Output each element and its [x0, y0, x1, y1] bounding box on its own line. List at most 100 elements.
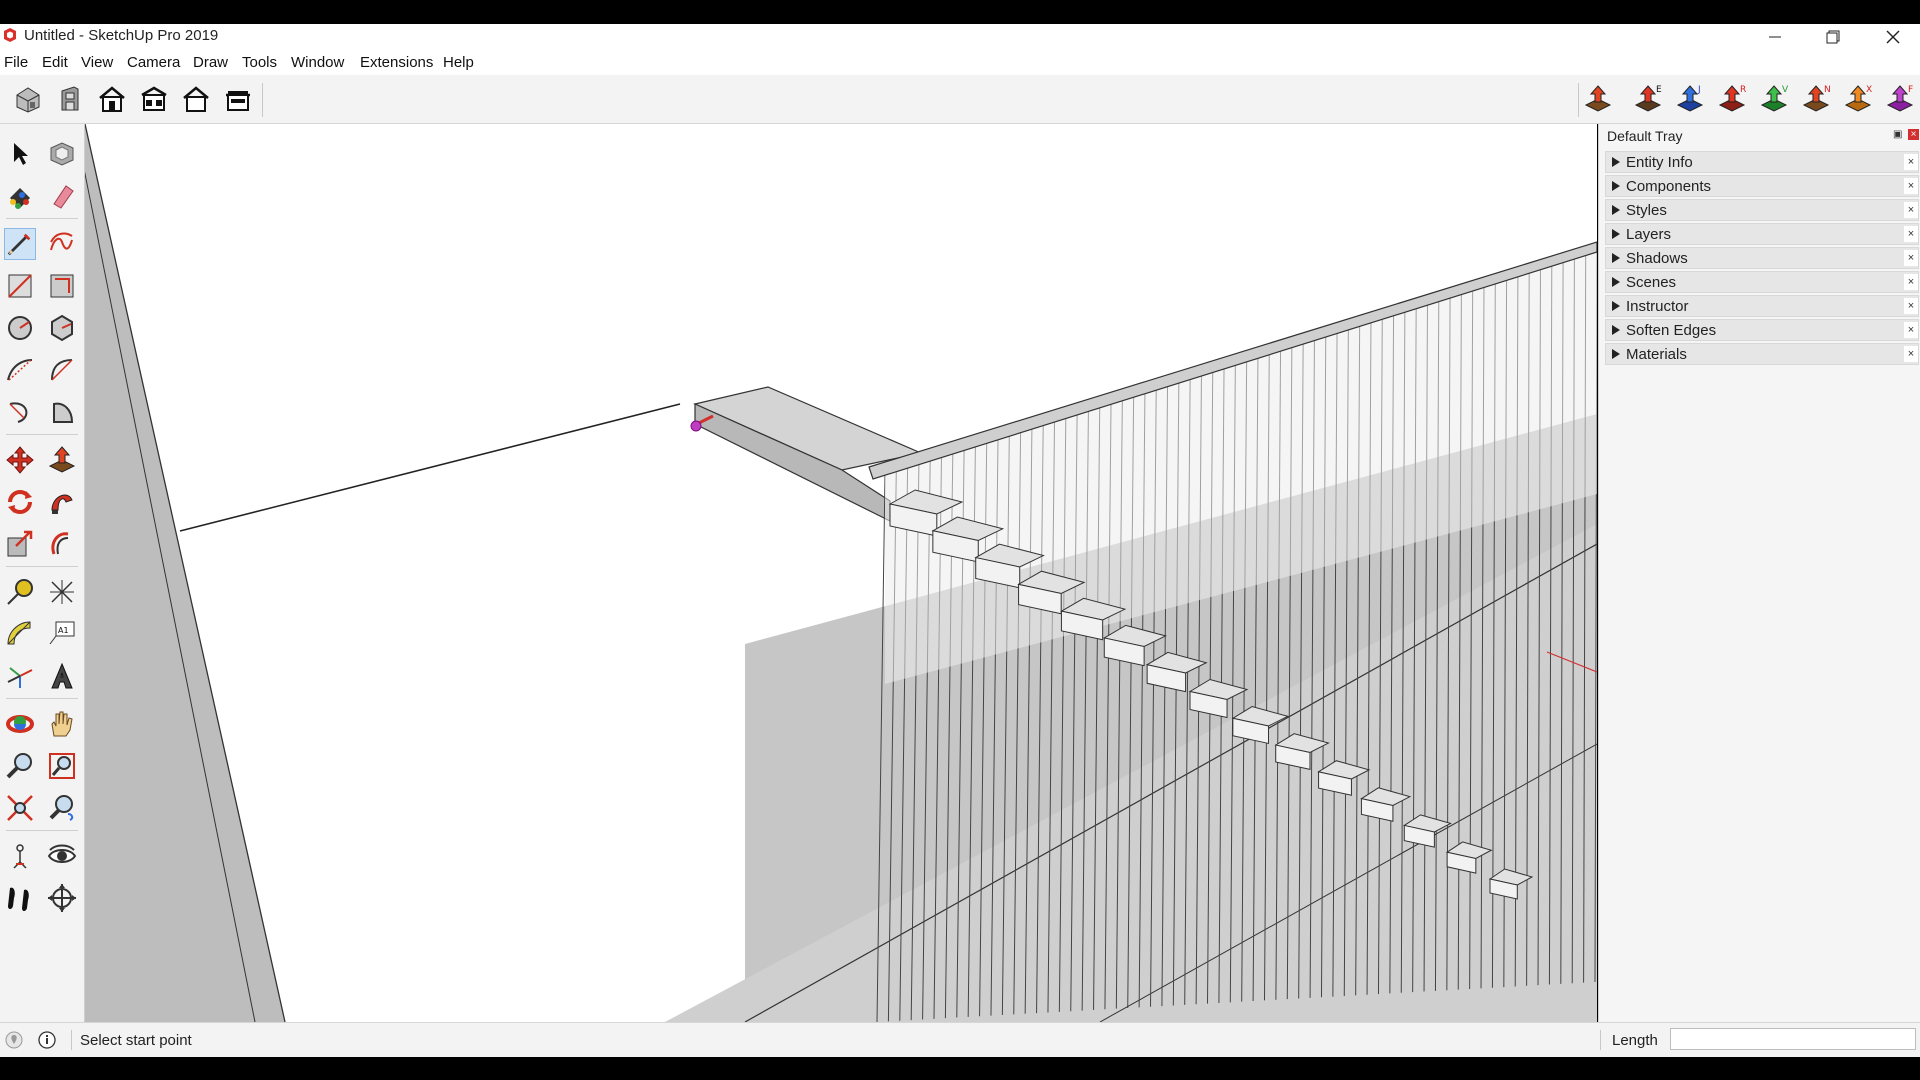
make-component-icon[interactable] — [46, 138, 78, 170]
polygon-icon[interactable] — [46, 312, 78, 344]
push-pull-e-icon[interactable]: E — [1632, 83, 1664, 115]
minimize-button[interactable] — [1752, 24, 1798, 49]
push-pull-n-icon[interactable]: N — [1800, 83, 1832, 115]
rectangle-icon[interactable] — [4, 270, 36, 302]
two-point-arc-icon[interactable] — [46, 354, 78, 386]
tray-pin-icon[interactable]: ▣ — [1893, 129, 1902, 140]
axes-icon[interactable] — [4, 660, 36, 692]
tray-panel-shadows[interactable]: Shadows × — [1605, 247, 1919, 269]
rotated-rectangle-icon[interactable] — [46, 270, 78, 302]
menu-window[interactable]: Window — [291, 54, 344, 71]
select-tool-icon[interactable] — [4, 138, 36, 170]
text-icon[interactable]: A1 — [46, 618, 78, 650]
line-tool-icon[interactable] — [4, 228, 36, 260]
left-view-icon[interactable] — [222, 83, 254, 115]
push-pull-tool-icon[interactable] — [46, 444, 78, 476]
look-around-icon[interactable] — [46, 840, 78, 872]
menu-view[interactable]: View — [81, 54, 113, 71]
push-pull-f-icon[interactable]: F — [1884, 83, 1916, 115]
freehand-icon[interactable] — [46, 228, 78, 260]
floor-edge — [179, 403, 681, 532]
arc-icon[interactable] — [4, 354, 36, 386]
endpoint-inference-marker — [690, 420, 702, 432]
tray-panel-entity-info[interactable]: Entity Info × — [1605, 151, 1919, 173]
pan-icon[interactable] — [46, 708, 78, 740]
panel-close-icon[interactable]: × — [1904, 226, 1918, 242]
tray-panel-components[interactable]: Components × — [1605, 175, 1919, 197]
panel-close-icon[interactable]: × — [1904, 178, 1918, 194]
menu-draw[interactable]: Draw — [193, 54, 228, 71]
svg-text:A1: A1 — [58, 626, 69, 635]
back-view-icon[interactable] — [180, 83, 212, 115]
tray-panel-styles[interactable]: Styles × — [1605, 199, 1919, 221]
info-icon[interactable] — [38, 1031, 56, 1049]
tray-panel-label: Soften Edges — [1626, 322, 1717, 339]
menu-help[interactable]: Help — [443, 54, 474, 71]
pie-icon[interactable] — [46, 396, 78, 428]
menu-file[interactable]: File — [4, 54, 28, 71]
tray-panel-label: Scenes — [1626, 274, 1677, 291]
position-camera-icon[interactable] — [4, 840, 36, 872]
expand-triangle-icon — [1612, 229, 1620, 239]
rotate-icon[interactable] — [4, 486, 36, 518]
dimension-icon[interactable] — [46, 576, 78, 608]
follow-me-icon[interactable] — [46, 486, 78, 518]
geo-location-icon[interactable] — [5, 1031, 23, 1049]
tray-panel-soften-edges[interactable]: Soften Edges × — [1605, 319, 1919, 341]
tray-panel-label: Components — [1626, 178, 1712, 195]
offset-icon[interactable] — [46, 528, 78, 560]
zoom-window-icon[interactable] — [46, 750, 78, 782]
front-view-icon[interactable] — [54, 83, 86, 115]
walk-icon[interactable] — [4, 882, 36, 914]
panel-close-icon[interactable]: × — [1904, 154, 1918, 170]
panel-close-icon[interactable]: × — [1904, 202, 1918, 218]
menu-edit[interactable]: Edit — [42, 54, 68, 71]
section-plane-icon[interactable] — [46, 882, 78, 914]
expand-triangle-icon — [1612, 325, 1620, 335]
menu-camera[interactable]: Camera — [127, 54, 180, 71]
model-canvas[interactable] — [85, 124, 1597, 1022]
palette-separator — [6, 698, 78, 699]
default-tray: Default Tray ▣ × Entity Info × Components… — [1598, 124, 1920, 1022]
paint-bucket-icon[interactable] — [4, 180, 36, 212]
zoom-extents-icon[interactable] — [4, 792, 36, 824]
scale-icon[interactable] — [4, 528, 36, 560]
push-pull-x-icon[interactable]: X — [1842, 83, 1874, 115]
push-pull-j-icon[interactable]: J — [1674, 83, 1706, 115]
panel-close-icon[interactable]: × — [1904, 250, 1918, 266]
3d-text-icon[interactable] — [46, 660, 78, 692]
move-icon[interactable] — [4, 444, 36, 476]
expand-triangle-icon — [1612, 157, 1620, 167]
tray-panel-materials[interactable]: Materials × — [1605, 343, 1919, 365]
menu-tools[interactable]: Tools — [242, 54, 277, 71]
panel-close-icon[interactable]: × — [1904, 274, 1918, 290]
tray-panel-layers[interactable]: Layers × — [1605, 223, 1919, 245]
right-view-icon[interactable] — [138, 83, 170, 115]
push-pull-r-icon[interactable]: R — [1716, 83, 1748, 115]
tape-measure-icon[interactable] — [4, 576, 36, 608]
orbit-icon[interactable] — [4, 708, 36, 740]
circle-icon[interactable] — [4, 312, 36, 344]
tray-panel-instructor[interactable]: Instructor × — [1605, 295, 1919, 317]
tray-panel-scenes[interactable]: Scenes × — [1605, 271, 1919, 293]
three-point-arc-icon[interactable] — [4, 396, 36, 428]
menu-extensions[interactable]: Extensions — [360, 54, 433, 71]
push-pull-letter: V — [1782, 85, 1789, 95]
iso-view-icon[interactable] — [12, 83, 44, 115]
restore-button[interactable] — [1810, 24, 1856, 49]
push-pull-v-icon[interactable]: V — [1758, 83, 1790, 115]
tray-close-icon[interactable]: × — [1908, 129, 1919, 140]
model-viewport[interactable] — [85, 124, 1597, 1022]
close-button[interactable] — [1870, 24, 1916, 49]
zoom-icon[interactable] — [4, 750, 36, 782]
eraser-icon[interactable] — [46, 180, 78, 212]
push-pull-icon[interactable] — [1582, 83, 1614, 115]
panel-close-icon[interactable]: × — [1904, 346, 1918, 362]
panel-close-icon[interactable]: × — [1904, 298, 1918, 314]
push-pull-letter: N — [1824, 85, 1831, 95]
previous-view-icon[interactable] — [46, 792, 78, 824]
measurements-input[interactable] — [1670, 1028, 1916, 1050]
protractor-icon[interactable] — [4, 618, 36, 650]
panel-close-icon[interactable]: × — [1904, 322, 1918, 338]
top-view-icon[interactable] — [96, 83, 128, 115]
